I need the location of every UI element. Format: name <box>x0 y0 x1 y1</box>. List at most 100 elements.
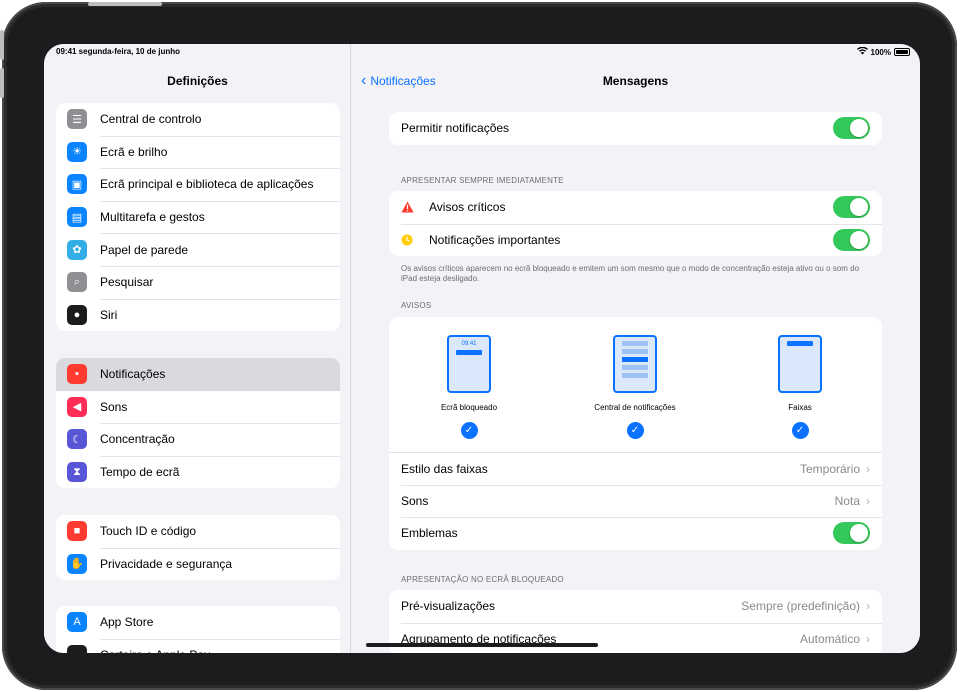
checkmark-icon: ✓ <box>791 422 809 439</box>
critical-alerts-toggle[interactable] <box>833 196 870 219</box>
sidebar-item-label: Multitarefa e gestos <box>100 210 205 225</box>
critical-alerts-row: Avisos críticos <box>389 191 882 224</box>
grouping-row[interactable]: Agrupamento de notificações Automático › <box>389 622 882 654</box>
banner-style-label: Estilo das faixas <box>401 461 488 476</box>
banner-style-value: Temporário <box>799 461 860 476</box>
sidebar-group-security: ■ Touch ID e código ✋ Privacidade e seguran… <box>56 515 340 581</box>
badges-toggle[interactable] <box>833 522 870 545</box>
chevron-right-icon: › <box>866 631 870 646</box>
sidebar-item-label: Tempo de ecrã <box>100 465 180 480</box>
sidebar-item-label: Carteira e Apple Pay <box>100 648 210 653</box>
sidebar-group-apps: A App Store ▬ Carteira e Apple Pay <box>56 606 340 653</box>
multitasking-icon: ▤ <box>67 207 87 228</box>
volume-up-button <box>0 30 4 60</box>
section-header-alerts: AVISOS <box>401 301 432 310</box>
notification-center-preview <box>613 335 657 393</box>
status-right: 100% <box>856 46 910 57</box>
app-store-icon: A <box>67 612 87 633</box>
sidebar-item-label: Siri <box>100 307 118 322</box>
sounds-value: Nota <box>834 493 860 508</box>
lock-screen-preview: 09:41 <box>447 335 491 393</box>
sidebar-item-label: Ecrã e brilho <box>100 144 168 159</box>
sidebar-item-notifications[interactable]: ▪ Notificações <box>56 358 340 391</box>
allow-card: Permitir notificações <box>389 112 882 145</box>
alert-option-banners[interactable]: Faixas ✓ <box>735 335 865 439</box>
sidebar-item-label: Pesquisar <box>100 275 154 290</box>
section-header-immediate: APRESENTAR SEMPRE IMEDIATAMENTE <box>401 176 564 185</box>
alert-option-label: Ecrã bloqueado <box>440 403 498 412</box>
brightness-icon: ☀ <box>67 141 87 162</box>
sidebar-item-sounds[interactable]: ◀ Sons <box>56 391 340 424</box>
important-notifications-toggle[interactable] <box>833 228 870 251</box>
alert-option-lock-screen[interactable]: 09:41 Ecrã bloqueado ✓ <box>404 335 534 439</box>
sidebar-item-focus-moon[interactable]: ☾ Concentração <box>56 423 340 456</box>
sidebar-item-home-screen[interactable]: ▣ Ecrã principal e biblioteca de aplicaçõ… <box>56 168 340 201</box>
alert-option-label: Central de notificações <box>594 403 676 412</box>
sidebar-item-wallet[interactable]: ▬ Carteira e Apple Pay <box>56 638 340 653</box>
warning-triangle-icon <box>401 201 417 213</box>
siri-icon: ● <box>67 304 87 325</box>
clock-badge-icon <box>401 234 417 246</box>
screen: 09:41 segunda-feira, 10 de junho Definiç… <box>44 44 920 653</box>
sidebar-item-hand[interactable]: ✋ Privacidade e segurança <box>56 547 340 581</box>
sidebar-item-lock[interactable]: ■ Touch ID e código <box>56 515 340 548</box>
sounds-icon: ◀ <box>67 396 87 417</box>
hand-icon: ✋ <box>67 553 87 574</box>
page-title: Mensagens <box>602 74 669 88</box>
volume-down-button <box>0 68 4 98</box>
ipad-frame: 09:41 segunda-feira, 10 de junho Definiç… <box>0 2 957 690</box>
immediate-footnote: Os avisos críticos aparecem no ecrã bloq… <box>401 264 860 283</box>
home-screen-icon: ▣ <box>67 174 87 195</box>
banner-style-row[interactable]: Estilo das faixas Temporário › <box>389 452 882 485</box>
alert-option-label: Faixas <box>788 403 812 412</box>
sidebar-item-brightness[interactable]: ☀ Ecrã e brilho <box>56 135 340 169</box>
sidebar-item-app-store[interactable]: A App Store <box>56 606 340 639</box>
sounds-row[interactable]: Sons Nota › <box>389 484 882 518</box>
sidebar-item-multitasking[interactable]: ▤ Multitarefa e gestos <box>56 200 340 234</box>
badges-label: Emblemas <box>401 526 458 541</box>
previews-row[interactable]: Pré-visualizações Sempre (predefinição) … <box>389 590 882 623</box>
screen-time-icon: ⧗ <box>67 462 87 483</box>
battery-percent: 100% <box>870 47 891 57</box>
important-notifications-row: Notificações importantes <box>389 223 882 257</box>
previews-value: Sempre (predefinição) <box>741 599 860 614</box>
sidebar-title: Definições <box>167 74 228 88</box>
sidebar-item-wallpaper[interactable]: ✿ Papel de parede <box>56 233 340 266</box>
sounds-label: Sons <box>401 493 429 508</box>
sidebar-item-label: Concentração <box>100 432 175 447</box>
sidebar-item-search[interactable]: ⌕ Pesquisar <box>56 265 340 299</box>
wallet-icon: ▬ <box>67 644 87 653</box>
control-center-icon: ☰ <box>67 109 87 130</box>
status-time-date: 09:41 segunda-feira, 10 de junho <box>56 47 181 56</box>
critical-alerts-label: Avisos críticos <box>429 200 506 215</box>
top-button <box>88 2 162 6</box>
sidebar-group-system: ☰ Central de controlo ☀ Ecrã e brilho ▣ Ecrã … <box>56 103 340 332</box>
sidebar-item-label: Central de controlo <box>100 112 202 127</box>
sidebar-item-label: Privacidade e segurança <box>100 556 233 571</box>
allow-notifications-label: Permitir notificações <box>401 121 510 136</box>
sidebar-item-label: Touch ID e código <box>100 524 197 539</box>
checkmark-icon: ✓ <box>626 422 644 439</box>
chevron-right-icon: › <box>866 493 870 508</box>
sidebar-item-label: Ecrã principal e biblioteca de aplicaçõe… <box>100 177 314 192</box>
sidebar-item-screen-time[interactable]: ⧗ Tempo de ecrã <box>56 455 340 489</box>
alert-option-notification-center[interactable]: Central de notificações ✓ <box>570 335 700 439</box>
sidebar-item-label: Sons <box>100 399 128 414</box>
alerts-card: 09:41 Ecrã bloqueado ✓ Central de notifi… <box>389 317 882 550</box>
notifications-detail: 100% ‹ Notificações Mensagens Permitir n… <box>351 44 920 653</box>
allow-notifications-toggle[interactable] <box>833 117 870 140</box>
alert-settings-rows: Estilo das faixas Temporário › Sons Nota… <box>389 452 882 550</box>
sidebar-item-control-center[interactable]: ☰ Central de controlo <box>56 103 340 136</box>
grouping-value: Automático <box>799 631 860 646</box>
important-notifications-label: Notificações importantes <box>429 232 561 247</box>
wallpaper-icon: ✿ <box>67 239 87 260</box>
badges-row: Emblemas <box>389 517 882 550</box>
home-indicator[interactable] <box>366 643 598 647</box>
sidebar-item-siri[interactable]: ● Siri <box>56 298 340 332</box>
sidebar-group-notifications: ▪ Notificações ◀ Sons ☾ Concentração ⧗ Tempo de… <box>56 358 340 489</box>
lock-screen-time: 09:41 <box>461 341 477 347</box>
allow-notifications-row: Permitir notificações <box>389 112 882 145</box>
notifications-icon: ▪ <box>67 364 87 385</box>
chevron-right-icon: › <box>866 599 870 614</box>
chevron-right-icon: › <box>866 461 870 476</box>
